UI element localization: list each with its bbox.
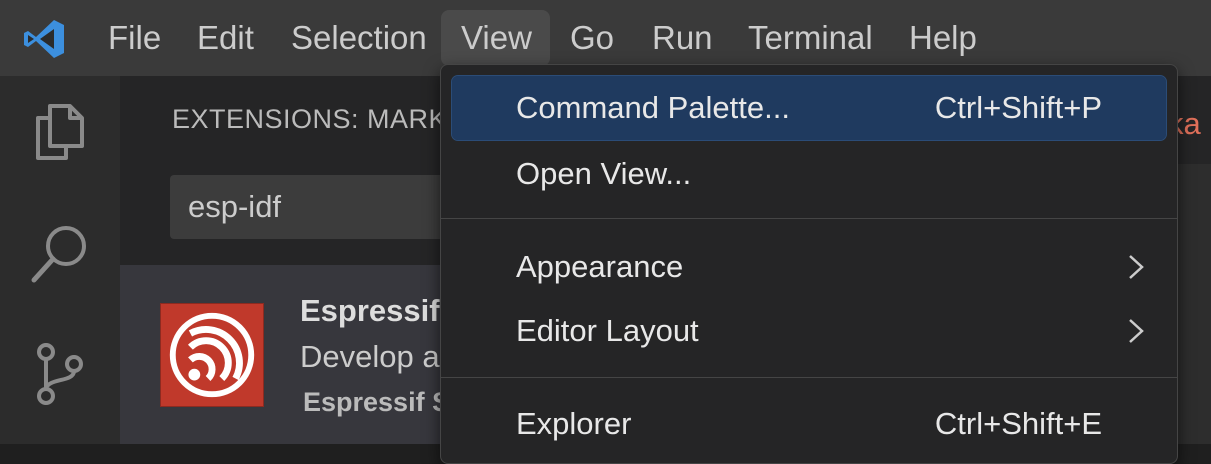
extension-name: Espressif [300, 293, 440, 328]
sidebar-title: EXTENSIONS: MARKET [172, 104, 483, 134]
espressif-logo-icon [160, 303, 264, 407]
menu-item-command-palette[interactable]: Command Palette... Ctrl+Shift+P [451, 75, 1167, 141]
extension-list-item[interactable]: Espressif Develop a Espressif S [120, 265, 450, 444]
menu-edit[interactable]: Edit [177, 10, 274, 66]
chevron-right-icon [1129, 319, 1144, 343]
view-menu-dropdown: Command Palette... Ctrl+Shift+P Open Vie… [440, 64, 1178, 464]
menu-help[interactable]: Help [889, 10, 997, 66]
menu-item-shortcut: Ctrl+Shift+P [934, 90, 1102, 125]
menu-item-label: Open View... [516, 156, 692, 191]
menu-terminal[interactable]: Terminal [728, 10, 893, 66]
menu-separator [441, 218, 1177, 219]
menu-separator [441, 377, 1177, 378]
menu-item-shortcut: Ctrl+Shift+E [934, 406, 1102, 441]
menu-view[interactable]: View [441, 10, 550, 66]
search-icon[interactable] [28, 222, 92, 286]
source-control-icon[interactable] [28, 342, 92, 406]
extension-description: Develop a [300, 339, 440, 374]
explorer-icon[interactable] [28, 100, 92, 164]
menu-go[interactable]: Go [550, 10, 634, 66]
menu-item-label: Explorer [516, 406, 632, 441]
menu-selection[interactable]: Selection [271, 10, 447, 66]
vscode-logo-icon[interactable] [22, 17, 66, 61]
menu-item-label: Command Palette... [516, 90, 790, 125]
chevron-right-icon [1129, 255, 1144, 279]
activity-bar [0, 76, 120, 444]
extension-publisher: Espressif S [303, 387, 451, 417]
menu-item-label: Editor Layout [516, 313, 699, 348]
menu-item-appearance[interactable]: Appearance [452, 235, 1166, 299]
menu-item-open-view[interactable]: Open View... [452, 142, 1166, 206]
menu-item-editor-layout[interactable]: Editor Layout [452, 299, 1166, 363]
menu-run[interactable]: Run [632, 10, 733, 66]
menu-item-label: Appearance [516, 249, 684, 284]
menu-item-explorer[interactable]: Explorer Ctrl+Shift+E [452, 392, 1166, 456]
menu-file[interactable]: File [88, 10, 181, 66]
